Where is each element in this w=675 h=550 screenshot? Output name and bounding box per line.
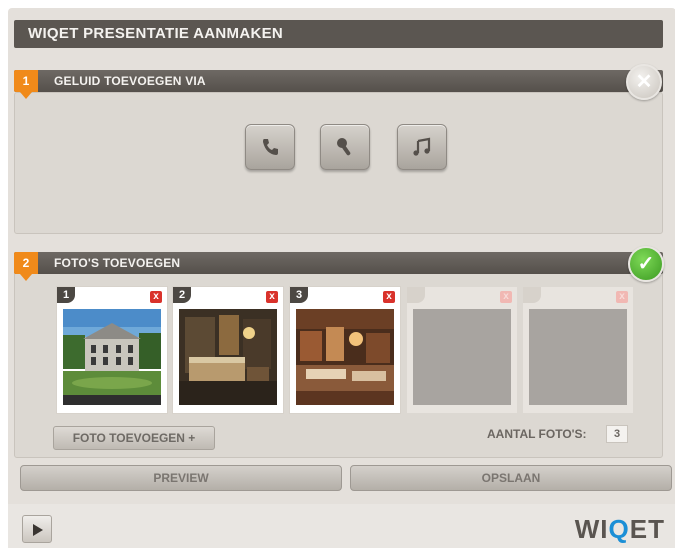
step-2-badge: 2 [14, 252, 38, 281]
photo-slot-5[interactable]: x [522, 286, 634, 414]
photo-slot-4[interactable]: x [406, 286, 518, 414]
photo-slot-1[interactable]: 1 x [56, 286, 168, 414]
delete-icon: x [616, 291, 628, 303]
logo-q: Q [608, 514, 630, 544]
step-1-badge: 1 [14, 70, 38, 99]
add-photo-button[interactable]: FOTO TOEVOEGEN + [53, 426, 215, 450]
close-icon[interactable]: ✕ [626, 64, 662, 100]
section-1-header: 1 GELUID TOEVOEGEN VIA [14, 70, 663, 99]
restaurant-photo [296, 309, 394, 405]
photo-slot-3[interactable]: 3 x [289, 286, 401, 414]
section-2-label: FOTO'S TOEVOEGEN [54, 256, 181, 270]
music-note-icon [413, 137, 431, 156]
microphone-button[interactable] [320, 124, 370, 170]
photo-placeholder [413, 309, 511, 405]
microphone-icon [337, 138, 351, 156]
page-title: WIQET PRESENTATIE AANMAKEN [28, 25, 284, 42]
photo-number: 2 [173, 287, 191, 303]
play-icon [33, 524, 43, 536]
photo-number [523, 287, 541, 303]
delete-icon[interactable]: x [383, 291, 395, 303]
photo-number: 1 [57, 287, 75, 303]
play-button[interactable] [22, 515, 52, 543]
delete-icon: x [500, 291, 512, 303]
wiqet-logo: WIQET [575, 514, 665, 545]
delete-icon[interactable]: x [150, 291, 162, 303]
phone-button[interactable] [245, 124, 295, 170]
check-icon: ✓ [628, 246, 664, 282]
castle-photo [63, 309, 161, 405]
title-bar: WIQET PRESENTATIE AANMAKEN [14, 20, 663, 48]
photo-count-label: AANTAL FOTO'S: [487, 427, 587, 441]
section-2-header: 2 FOTO'S TOEVOEGEN [14, 252, 663, 281]
save-button[interactable]: OPSLAAN [350, 465, 672, 491]
bedroom-photo [179, 309, 277, 405]
photo-slot-2[interactable]: 2 x [172, 286, 284, 414]
photo-placeholder [529, 309, 627, 405]
logo-suffix: ET [629, 514, 665, 544]
photo-count-value: 3 [606, 425, 628, 443]
music-button[interactable] [397, 124, 447, 170]
section-1-label: GELUID TOEVOEGEN VIA [54, 74, 206, 88]
photo-number [407, 287, 425, 303]
delete-icon[interactable]: x [266, 291, 278, 303]
phone-icon [263, 139, 278, 155]
preview-button[interactable]: PREVIEW [20, 465, 342, 491]
logo-prefix: WI [574, 514, 609, 544]
photo-number: 3 [290, 287, 308, 303]
